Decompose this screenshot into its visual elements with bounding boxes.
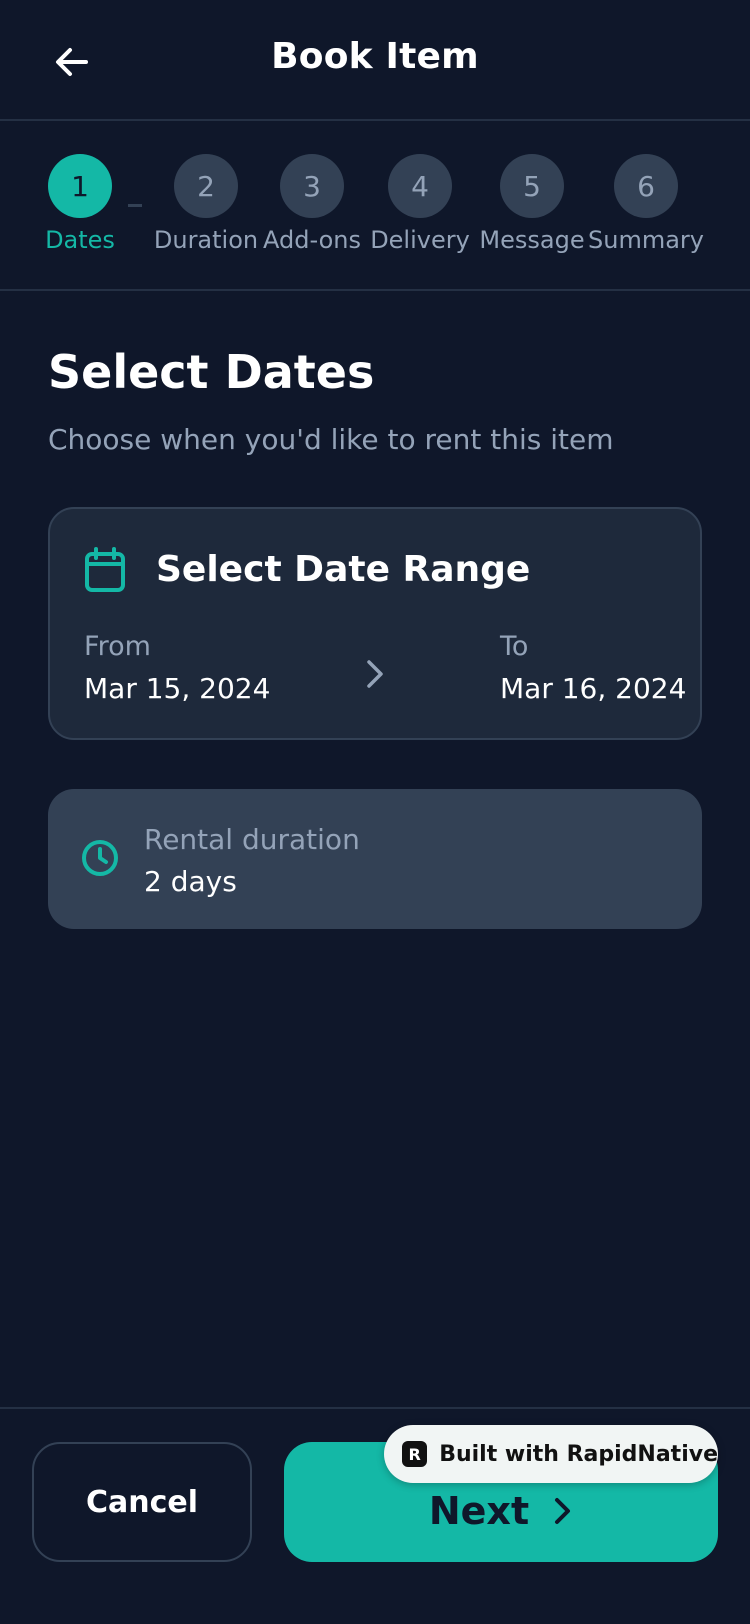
from-date-value: Mar 15, 2024 bbox=[84, 672, 271, 705]
chevron-right-icon bbox=[555, 1498, 571, 1524]
step-label: Dates bbox=[45, 226, 115, 254]
to-date-value: Mar 16, 2024 bbox=[500, 672, 687, 705]
from-date-label: From bbox=[84, 631, 151, 662]
app-header: Book Item bbox=[0, 0, 750, 121]
date-range-card[interactable]: Select Date Range From Mar 15, 2024 To M… bbox=[48, 507, 702, 740]
cancel-button[interactable]: Cancel bbox=[32, 1442, 252, 1562]
date-range-title: Select Date Range bbox=[156, 549, 531, 590]
step-label: Summary bbox=[588, 226, 704, 254]
step-message[interactable]: 5 Message bbox=[477, 154, 587, 254]
rental-duration-label: Rental duration bbox=[144, 823, 360, 856]
calendar-icon bbox=[85, 547, 125, 592]
rental-duration-card: Rental duration 2 days bbox=[48, 789, 702, 929]
step-dates[interactable]: 1 Dates bbox=[25, 154, 135, 254]
page-title: Select Dates bbox=[48, 345, 375, 399]
step-duration[interactable]: 2 Duration bbox=[151, 154, 261, 254]
rapidnative-logo-icon: R bbox=[402, 1441, 428, 1467]
step-number: 5 bbox=[500, 154, 564, 218]
step-label: Add-ons bbox=[263, 226, 361, 254]
next-button-label: Next bbox=[428, 1489, 530, 1533]
booking-screen: Book Item 1 Dates 2 Duration 3 Add-ons 4… bbox=[0, 0, 750, 1624]
step-summary[interactable]: 6 Summary bbox=[588, 154, 704, 254]
step-delivery[interactable]: 4 Delivery bbox=[365, 154, 475, 254]
step-label: Message bbox=[479, 226, 585, 254]
step-number: 4 bbox=[388, 154, 452, 218]
step-number: 3 bbox=[280, 154, 344, 218]
step-connector bbox=[128, 204, 142, 207]
step-number: 6 bbox=[614, 154, 678, 218]
step-label: Duration bbox=[153, 226, 259, 254]
clock-icon bbox=[82, 840, 118, 876]
step-number: 2 bbox=[174, 154, 238, 218]
built-with-text: Built with RapidNative bbox=[439, 1441, 718, 1467]
step-label: Delivery bbox=[370, 226, 470, 254]
page-subtitle: Choose when you'd like to rent this item bbox=[48, 423, 614, 456]
rental-duration-value: 2 days bbox=[144, 865, 237, 898]
from-date-field[interactable]: From Mar 15, 2024 bbox=[84, 631, 270, 705]
chevron-right-icon bbox=[367, 660, 383, 688]
page-header-title: Book Item bbox=[271, 36, 479, 77]
to-date-field[interactable]: To Mar 16, 2024 bbox=[500, 631, 686, 705]
step-add-ons[interactable]: 3 Add-ons bbox=[257, 154, 367, 254]
step-number: 1 bbox=[48, 154, 112, 218]
booking-stepper: 1 Dates 2 Duration 3 Add-ons 4 Delivery … bbox=[0, 121, 750, 291]
to-date-label: To bbox=[500, 631, 529, 662]
built-with-badge[interactable]: R Built with RapidNative bbox=[384, 1425, 718, 1483]
